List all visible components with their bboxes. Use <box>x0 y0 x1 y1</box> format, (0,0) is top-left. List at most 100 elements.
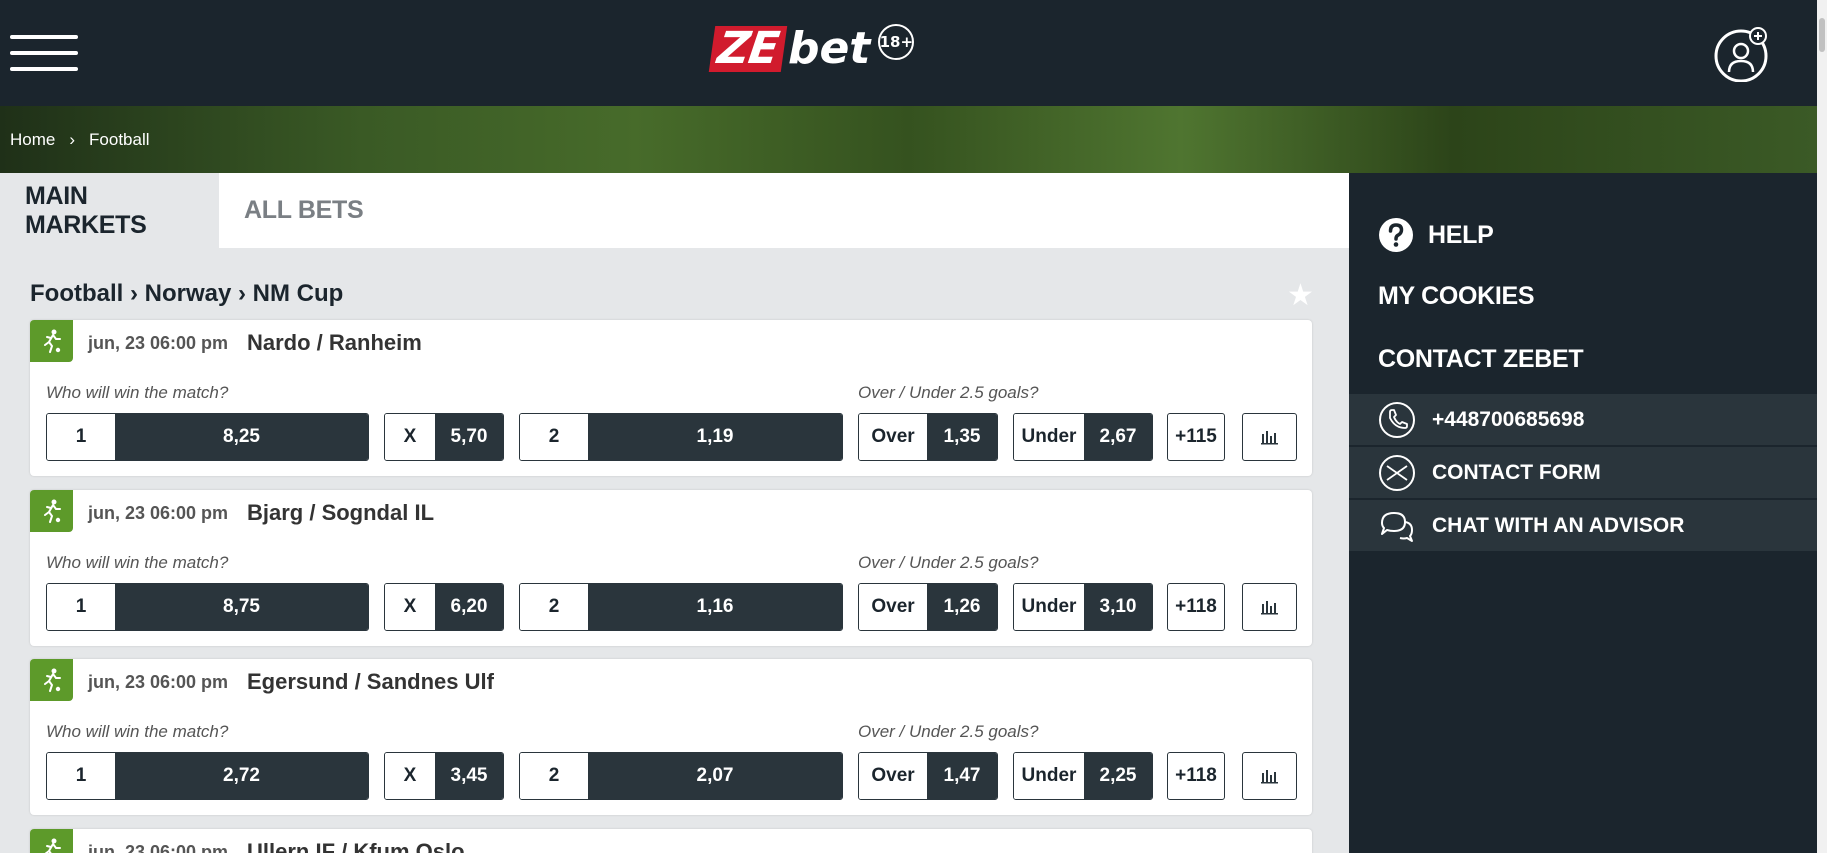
zebet-logo[interactable]: ZE bet 18+ <box>708 23 915 74</box>
win-question: Who will win the match? <box>46 722 229 741</box>
over-under-question: Over / Under 2.5 goals? <box>858 722 1039 741</box>
question-icon <box>1379 218 1413 252</box>
odd-selection: X <box>385 414 435 460</box>
odd-selection: X <box>385 753 435 799</box>
breadcrumb-separator: › <box>69 130 76 149</box>
match-time: jun, 23 06:00 pm <box>88 333 229 353</box>
football-player-icon <box>44 838 61 853</box>
football-player-icon <box>43 329 61 353</box>
market-tabs: MAIN MARKETS ALL BETS <box>0 173 1349 248</box>
match-teams[interactable]: Bjarg / Sogndal IL <box>247 500 434 526</box>
bar-chart-icon <box>1260 601 1278 615</box>
odd-value: 2,25 <box>1084 753 1152 799</box>
phone-link[interactable]: +448700685698 <box>1349 394 1817 445</box>
page-scrollbar[interactable] <box>1817 0 1827 853</box>
star-icon[interactable]: ★ <box>1287 278 1314 313</box>
odd-value: 1,19 <box>588 414 842 460</box>
football-player-icon <box>43 668 61 692</box>
odd-value: 1,26 <box>927 584 997 630</box>
menu-button[interactable] <box>10 35 78 73</box>
phone-icon <box>1379 401 1415 438</box>
win-question: Who will win the match? <box>46 553 229 572</box>
odd-selection: Over <box>859 414 927 460</box>
account-button[interactable] <box>1713 26 1769 83</box>
chat-link[interactable]: CHAT WITH AN ADVISOR <box>1349 500 1817 551</box>
odd-value: 1,16 <box>588 584 842 630</box>
sport-tag <box>30 320 73 362</box>
odd-selection: Over <box>859 753 927 799</box>
top-header: ZE bet 18+ <box>0 0 1817 106</box>
odd-over[interactable]: Over 1,47 <box>858 752 998 800</box>
match-card: jun, 23 06:00 pm Ullern IF / Kfum Oslo <box>30 829 1312 853</box>
odd-under[interactable]: Under 2,25 <box>1013 752 1153 800</box>
odd-away[interactable]: 2 2,07 <box>519 752 843 800</box>
match-card: jun, 23 06:00 pm Egersund / Sandnes Ulf … <box>30 659 1312 815</box>
odd-value: 2,72 <box>115 753 368 799</box>
match-time: jun, 23 06:00 pm <box>88 503 229 523</box>
more-bets-button[interactable]: +118 <box>1167 752 1225 800</box>
odd-value: 2,67 <box>1084 414 1152 460</box>
more-bets-button[interactable]: +115 <box>1167 413 1225 461</box>
odd-home[interactable]: 1 2,72 <box>46 752 369 800</box>
odd-selection: 2 <box>520 753 588 799</box>
bar-chart-icon <box>1260 770 1278 784</box>
odd-over[interactable]: Over 1,26 <box>858 583 998 631</box>
over-under-question: Over / Under 2.5 goals? <box>858 553 1039 572</box>
odd-away[interactable]: 2 1,16 <box>519 583 843 631</box>
stats-button[interactable] <box>1242 413 1297 461</box>
logo-bet: bet <box>787 23 871 74</box>
odd-selection: X <box>385 584 435 630</box>
user-plus-icon <box>1714 27 1768 83</box>
match-teams[interactable]: Ullern IF / Kfum Oslo <box>247 839 465 853</box>
breadcrumb-home[interactable]: Home <box>10 130 55 150</box>
odd-home[interactable]: 1 8,75 <box>46 583 369 631</box>
help-link[interactable]: HELP <box>1378 217 1494 253</box>
sport-banner: Home › Football <box>0 106 1817 173</box>
over-under-question: Over / Under 2.5 goals? <box>858 383 1039 402</box>
odd-under[interactable]: Under 3,10 <box>1013 583 1153 631</box>
chat-label: CHAT WITH AN ADVISOR <box>1432 513 1685 537</box>
phone-number: +448700685698 <box>1432 407 1585 431</box>
odd-away[interactable]: 2 1,19 <box>519 413 843 461</box>
odd-value: 1,47 <box>927 753 997 799</box>
match-card: jun, 23 06:00 pm Bjarg / Sogndal IL Who … <box>30 490 1312 646</box>
match-teams[interactable]: Egersund / Sandnes Ulf <box>247 669 494 695</box>
stats-button[interactable] <box>1242 752 1297 800</box>
my-cookies-link[interactable]: MY COOKIES <box>1378 282 1535 311</box>
breadcrumb: Home › Football <box>10 130 150 150</box>
scrollbar-thumb[interactable] <box>1819 18 1825 52</box>
age-badge: 18+ <box>878 24 915 60</box>
football-player-icon <box>43 499 61 523</box>
odd-over[interactable]: Over 1,35 <box>858 413 998 461</box>
bar-chart-icon <box>1260 431 1278 445</box>
odd-selection: Under <box>1014 584 1084 630</box>
odd-value: 6,20 <box>435 584 503 630</box>
win-question: Who will win the match? <box>46 383 229 402</box>
odd-value: 1,35 <box>927 414 997 460</box>
tab-all-bets[interactable]: ALL BETS <box>219 173 388 248</box>
tab-main-markets[interactable]: MAIN MARKETS <box>0 173 219 248</box>
odd-draw[interactable]: X 6,20 <box>384 583 504 631</box>
match-time: jun, 23 06:00 pm <box>88 672 229 692</box>
contact-zebet-heading: CONTACT ZEBET <box>1378 345 1584 373</box>
breadcrumb-football[interactable]: Football <box>89 130 149 150</box>
competition-title: Football › Norway › NM Cup <box>30 280 344 307</box>
contact-form-link[interactable]: CONTACT FORM <box>1349 447 1817 498</box>
odd-draw[interactable]: X 3,45 <box>384 752 504 800</box>
hamburger-icon <box>10 35 78 39</box>
sport-tag <box>30 659 73 701</box>
sport-tag <box>30 490 73 532</box>
logo-ze: ZE <box>708 23 788 74</box>
odd-home[interactable]: 1 8,25 <box>46 413 369 461</box>
odd-selection: Under <box>1014 414 1084 460</box>
side-panel: HELP MY COOKIES CONTACT ZEBET +448700685… <box>1349 173 1817 853</box>
odd-draw[interactable]: X 5,70 <box>384 413 504 461</box>
stats-button[interactable] <box>1242 583 1297 631</box>
odd-selection: 1 <box>47 753 115 799</box>
match-teams[interactable]: Nardo / Ranheim <box>247 330 422 356</box>
odd-selection: Over <box>859 584 927 630</box>
odd-selection: 1 <box>47 414 115 460</box>
odd-selection: Under <box>1014 753 1084 799</box>
odd-under[interactable]: Under 2,67 <box>1013 413 1153 461</box>
more-bets-button[interactable]: +118 <box>1167 583 1225 631</box>
